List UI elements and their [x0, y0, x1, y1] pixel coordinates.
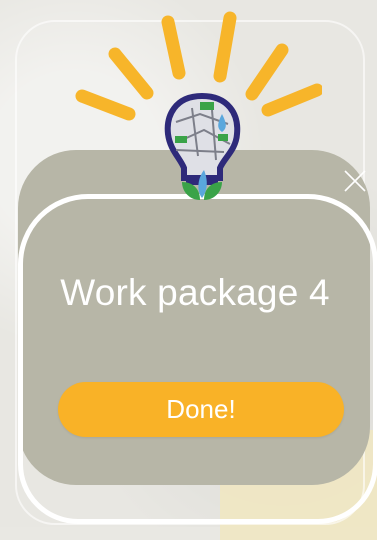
done-button[interactable]: Done!	[58, 382, 344, 437]
dialog-title: Work package 4	[60, 272, 330, 313]
popup-card-outline	[18, 194, 377, 524]
lightbulb-logo-icon	[75, 11, 322, 200]
close-icon[interactable]	[342, 168, 368, 194]
